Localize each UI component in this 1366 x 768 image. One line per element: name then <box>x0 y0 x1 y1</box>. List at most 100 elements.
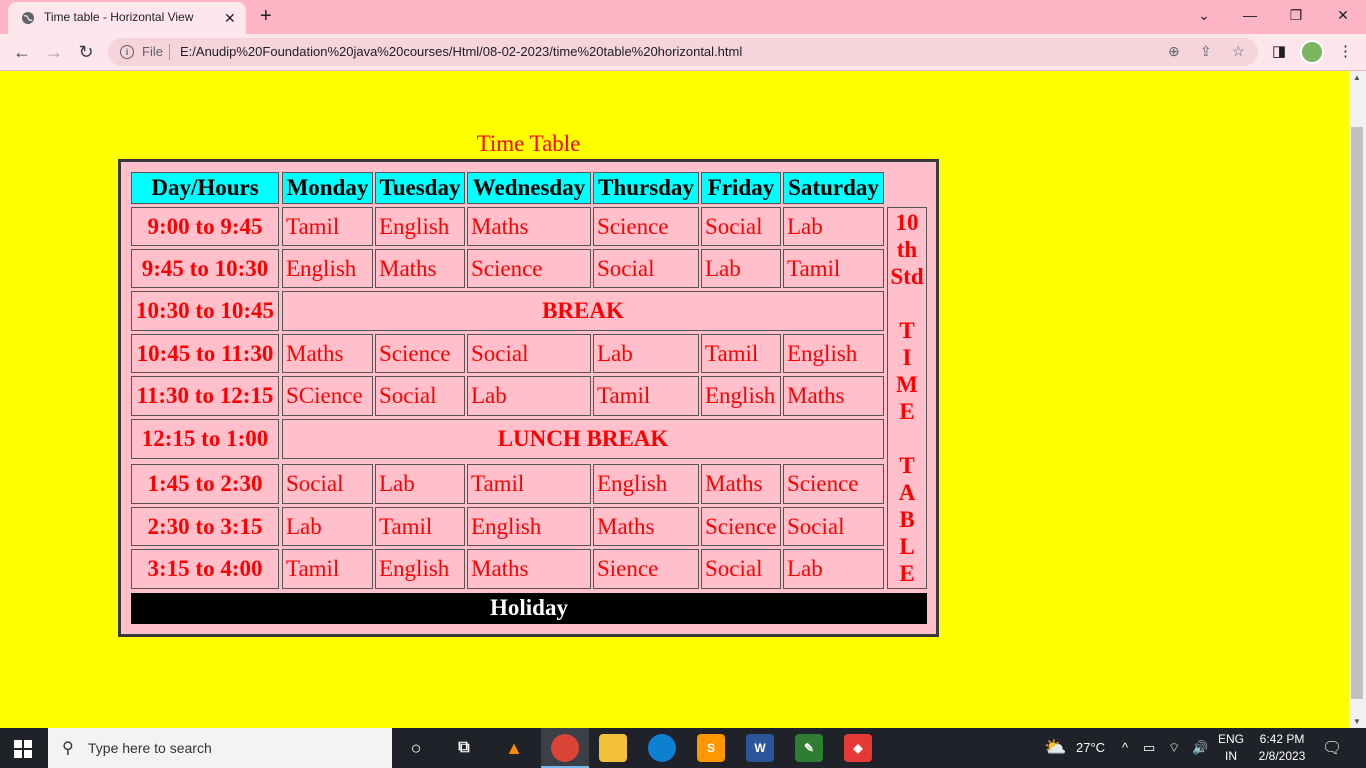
side-panel-icon[interactable]: ◨ <box>1272 42 1286 60</box>
volume-icon[interactable]: 🔊 <box>1192 740 1208 756</box>
side-label-text: 10th Std T I M E T A B L E <box>888 208 926 588</box>
clock-date: 2/8/2023 <box>1258 749 1306 763</box>
clock[interactable]: 6:42 PM 2/8/2023 <box>1254 731 1310 765</box>
anydesk-icon[interactable]: ◆ <box>844 734 872 762</box>
subject-cell: English <box>375 207 465 246</box>
address-bar[interactable]: i File E:/Anudip%20Foundation%20java%20c… <box>108 38 1258 66</box>
vlc-icon[interactable]: ▲ <box>500 734 528 762</box>
zoom-icon[interactable]: ⊕ <box>1168 43 1180 60</box>
close-window-icon[interactable]: ✕ <box>1328 5 1358 25</box>
subject-cell: Lab <box>701 249 781 288</box>
subject-cell: English <box>282 249 373 288</box>
subject-cell: Tamil <box>467 464 591 504</box>
browser-tab[interactable]: Time table - Horizontal View ✕ <box>8 2 246 34</box>
side-label-line: A <box>898 480 916 505</box>
subject-cell: Tamil <box>282 549 373 589</box>
subject-cell: Social <box>282 464 373 504</box>
subject-cell: Lab <box>282 507 373 546</box>
scroll-down-icon[interactable]: ▼ <box>1353 717 1361 726</box>
close-tab-icon[interactable]: ✕ <box>224 9 236 27</box>
word-icon[interactable]: W <box>746 734 774 762</box>
scheme-label: File <box>142 44 163 59</box>
subject-cell: Lab <box>593 334 699 373</box>
subject-cell: SCience <box>282 376 373 416</box>
subject-cell: Social <box>701 207 781 246</box>
side-label-line: B <box>899 507 915 532</box>
cortana-icon[interactable]: ○ <box>402 734 430 762</box>
file-explorer-icon[interactable] <box>599 734 627 762</box>
back-icon[interactable]: ← <box>10 40 34 64</box>
subject-cell: Maths <box>701 464 781 504</box>
clock-time: 6:42 PM <box>1259 732 1305 746</box>
windows-start-icon[interactable] <box>14 740 32 758</box>
side-label-line: T <box>899 318 915 343</box>
subject-cell: Science <box>701 507 781 546</box>
subject-cell: Science <box>375 334 465 373</box>
break-cell: BREAK <box>282 291 884 331</box>
taskbar: ⚲ Type here to search ○ ⧉ ▲ S W ✎ ◆ ⛅ 27… <box>0 728 1366 768</box>
taskbar-search[interactable]: ⚲ Type here to search <box>48 728 392 768</box>
header-cell: Day/Hours <box>131 172 279 204</box>
tab-search-icon[interactable]: ⌄ <box>1189 5 1219 25</box>
battery-icon[interactable]: ▭ <box>1143 740 1155 756</box>
task-view-icon[interactable]: ⧉ <box>450 734 478 762</box>
scroll-thumb[interactable] <box>1351 127 1363 699</box>
subject-cell: Social <box>701 549 781 589</box>
side-label-line: Std <box>890 264 924 289</box>
forward-icon[interactable]: → <box>42 40 66 64</box>
subject-cell: Sience <box>593 549 699 589</box>
subject-cell: English <box>593 464 699 504</box>
side-label-line: I <box>902 345 912 370</box>
tray-expand-icon[interactable]: ^ <box>1122 740 1128 755</box>
break-cell: LUNCH BREAK <box>282 419 884 459</box>
star-icon[interactable]: ☆ <box>1232 43 1245 60</box>
subject-cell: Science <box>593 207 699 246</box>
subject-cell: Science <box>783 464 884 504</box>
new-tab-button[interactable]: + <box>260 5 272 27</box>
subject-cell: Social <box>375 376 465 416</box>
url-text[interactable]: E:/Anudip%20Foundation%20java%20courses/… <box>180 44 742 59</box>
time-slot-cell: 10:30 to 10:45 <box>131 291 279 331</box>
weather-temp[interactable]: 27°C <box>1076 740 1105 755</box>
side-label-cell: 10th Std T I M E T A B L E <box>887 207 927 589</box>
sublime-text-icon[interactable]: S <box>697 734 725 762</box>
chrome-icon[interactable] <box>551 734 579 762</box>
subject-cell: Lab <box>375 464 465 504</box>
holiday-footer: Holiday <box>131 593 927 624</box>
subject-cell: Tamil <box>282 207 373 246</box>
time-slot-cell: 2:30 to 3:15 <box>131 507 279 546</box>
weather-icon[interactable]: ⛅ <box>1044 737 1066 758</box>
subject-cell: Tamil <box>783 249 884 288</box>
time-slot-cell: 12:15 to 1:00 <box>131 419 279 459</box>
wifi-icon[interactable]: ⌔ <box>1168 740 1180 756</box>
profile-avatar[interactable] <box>1300 40 1324 64</box>
search-placeholder: Type here to search <box>88 740 212 756</box>
reload-icon[interactable]: ↻ <box>74 40 98 64</box>
subject-cell: Tamil <box>593 376 699 416</box>
divider <box>169 44 170 60</box>
header-cell: Friday <box>701 172 781 204</box>
scroll-up-icon[interactable]: ▲ <box>1353 73 1361 82</box>
language-indicator[interactable]: ENG IN <box>1218 731 1244 765</box>
restore-icon[interactable]: ❐ <box>1281 5 1311 25</box>
search-icon: ⚲ <box>62 740 74 757</box>
header-cell: Wednesday <box>467 172 591 204</box>
side-label-line: L <box>899 534 915 559</box>
menu-icon[interactable]: ⋮ <box>1338 42 1353 60</box>
subject-cell: Maths <box>282 334 373 373</box>
side-label-line: T <box>899 453 915 478</box>
vertical-scrollbar[interactable]: ▲ ▼ <box>1349 71 1366 728</box>
subject-cell: Tamil <box>375 507 465 546</box>
notepad-icon[interactable]: ✎ <box>795 734 823 762</box>
notification-icon[interactable]: 🗨 <box>1322 738 1342 758</box>
time-slot-cell: 9:45 to 10:30 <box>131 249 279 288</box>
share-icon[interactable]: ⇪ <box>1200 43 1212 60</box>
minimize-icon[interactable]: — <box>1235 5 1265 25</box>
edge-icon[interactable] <box>648 734 676 762</box>
subject-cell: English <box>783 334 884 373</box>
subject-cell: Social <box>467 334 591 373</box>
info-icon[interactable]: i <box>120 45 134 59</box>
side-label-line: th <box>896 237 918 262</box>
header-cell: Tuesday <box>375 172 465 204</box>
subject-cell: Maths <box>783 376 884 416</box>
